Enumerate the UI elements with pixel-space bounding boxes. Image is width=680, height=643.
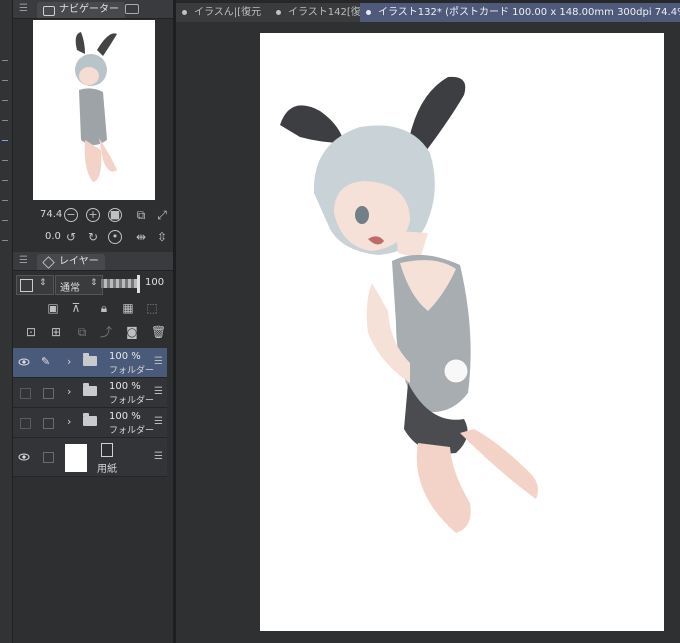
layer-header: ☰ レイヤー — [13, 252, 173, 271]
new-raster-layer-icon[interactable]: ⊡ — [24, 325, 38, 339]
visibility-eye-icon[interactable] — [18, 356, 30, 368]
expression-color-select[interactable]: ⇕ — [16, 275, 54, 295]
updown-icon: ⇕ — [90, 278, 98, 288]
reference-layer-icon[interactable]: ⊼ — [69, 301, 83, 315]
delete-layer-icon[interactable]: 🗑︎ — [151, 325, 166, 339]
rotate-right-icon[interactable]: ↻ — [86, 230, 100, 244]
zoom-row: 74.4 − + ■ ⧉ ⤢ — [13, 204, 173, 226]
tab-dot-icon — [276, 10, 281, 15]
layer-row[interactable]: › 100 % フォルダー ☰ — [13, 378, 167, 408]
fit-screen-icon[interactable]: ■ — [108, 208, 122, 222]
left-panel: ☰ ナビゲーター 74.4 − + ■ ⧉ ⤢ 0.0 ↺ ↻ • ⇹ ⇳ ☰ … — [13, 0, 173, 643]
tab-navigator-label: ナビゲーター — [59, 4, 119, 15]
pencil-icon[interactable]: ✎ — [41, 355, 50, 368]
tab-document-label: イラスん|[復元 — [194, 7, 262, 18]
lock-transparent-icon[interactable]: ▦ — [121, 301, 135, 315]
tab-document-active[interactable]: イラスト132* (ポストカード 100.00 x 148.00mm 300dp… — [360, 3, 680, 22]
create-mask-icon[interactable]: ◙ — [125, 325, 139, 339]
chevron-right-icon[interactable]: › — [67, 355, 71, 368]
zoom-out-icon[interactable]: − — [64, 208, 78, 222]
chevron-right-icon[interactable]: › — [67, 385, 71, 398]
tab-document-label: イラスト132* (ポストカード 100.00 x 148.00mm 300dp… — [378, 7, 680, 18]
document-tab-bar: イラスん|[復元 イラスト142[復 イラスト132* (ポストカード 100.… — [176, 0, 680, 22]
folder-icon — [83, 353, 97, 366]
layer-property-bar: ⇕ 通常 ⇕ 100 — [13, 273, 173, 297]
mask-icon[interactable]: ⬚ — [145, 301, 159, 315]
tab-dot-icon — [366, 10, 371, 15]
blend-mode-select[interactable]: 通常 ⇕ — [55, 275, 103, 295]
clip-icon[interactable]: ▣ — [46, 301, 60, 315]
layer-opacity: 100 % — [109, 351, 141, 362]
edit-target-box[interactable] — [43, 388, 54, 399]
zoom-value[interactable]: 74.4 — [40, 209, 62, 220]
layer-panel-menu-icon[interactable]: ☰ — [19, 255, 28, 266]
canvas-paper[interactable] — [260, 33, 664, 631]
reset-rotation-icon[interactable]: • — [108, 230, 122, 244]
layer-menu-icon[interactable]: ☰ — [154, 386, 163, 397]
folder-icon — [83, 413, 97, 426]
navigator-icon — [43, 6, 55, 16]
visibility-box[interactable] — [20, 418, 31, 429]
rotation-row: 0.0 ↺ ↻ • ⇹ ⇳ — [13, 226, 173, 248]
folder-icon — [83, 383, 97, 396]
navigator-header: ☰ ナビゲーター — [13, 0, 173, 19]
layers-icon — [42, 256, 55, 269]
opacity-value[interactable]: 100 — [145, 277, 164, 288]
tool-strip[interactable] — [0, 0, 13, 643]
layer-lock-bar: ▣ ⊼ 🔒︎ ▦ ⬚ — [13, 298, 173, 320]
layer-row[interactable]: ✎ › 100 % フォルダー ☰ — [13, 348, 167, 378]
layer-menu-icon[interactable]: ☰ — [154, 356, 163, 367]
visibility-box[interactable] — [20, 388, 31, 399]
opacity-slider-handle[interactable] — [137, 275, 140, 293]
bunny-boy-illustration — [280, 76, 538, 533]
edit-target-box[interactable] — [43, 418, 54, 429]
navigator-thumbnail-art — [75, 32, 117, 182]
layer-name[interactable]: 用紙 — [97, 460, 117, 475]
merge-down-icon[interactable]: ⧉ — [75, 325, 89, 339]
color-square-icon — [20, 279, 33, 292]
tab-document-label: イラスト142[復 — [288, 7, 361, 18]
new-folder-icon[interactable]: ⊞ — [49, 325, 63, 339]
visibility-eye-icon[interactable] — [18, 451, 30, 463]
paper-thumbnail — [65, 444, 87, 472]
flip-vertical-icon[interactable]: ⇳ — [155, 230, 169, 244]
updown-icon: ⇕ — [39, 278, 47, 288]
tab-dot-icon — [182, 10, 187, 15]
layer-name[interactable]: フォルダー — [109, 363, 154, 376]
navigator-preview[interactable] — [33, 20, 155, 200]
opacity-slider[interactable] — [101, 279, 137, 288]
layer-menu-icon[interactable]: ☰ — [154, 416, 163, 427]
flip-horizontal-icon[interactable]: ⇹ — [134, 230, 148, 244]
layer-opacity: 100 % — [109, 381, 141, 392]
fit-window-icon[interactable]: ⤢ — [155, 208, 169, 222]
chevron-right-icon[interactable]: › — [67, 415, 71, 428]
panel-toggle-icon[interactable] — [125, 4, 139, 14]
layer-action-bar: ⊡ ⊞ ⧉ ⤴ ◙ 🗑︎ — [13, 322, 173, 344]
zoom-in-icon[interactable]: + — [86, 208, 100, 222]
layer-row[interactable]: 用紙 ☰ — [13, 438, 167, 477]
panel-menu-icon[interactable]: ☰ — [19, 3, 28, 14]
blend-mode-value: 通常 — [60, 283, 80, 294]
rotate-left-icon[interactable]: ↺ — [64, 230, 78, 244]
lock-icon[interactable]: 🔒︎ — [97, 301, 111, 315]
edit-target-box[interactable] — [43, 452, 54, 463]
actual-size-icon[interactable]: ⧉ — [134, 208, 148, 222]
layer-row[interactable]: › 100 % フォルダー ☰ — [13, 408, 167, 438]
tab-navigator[interactable]: ナビゲーター — [37, 2, 125, 18]
transfer-layer-icon[interactable]: ⤴ — [99, 325, 113, 339]
tab-layer[interactable]: レイヤー — [37, 254, 105, 270]
paper-layer-icon — [101, 443, 113, 457]
layer-name[interactable]: フォルダー — [109, 393, 154, 406]
layer-menu-icon[interactable]: ☰ — [154, 451, 163, 462]
layer-name[interactable]: フォルダー — [109, 423, 154, 436]
layer-opacity: 100 % — [109, 411, 141, 422]
rotation-value[interactable]: 0.0 — [45, 231, 61, 242]
tab-layer-label: レイヤー — [59, 256, 99, 267]
